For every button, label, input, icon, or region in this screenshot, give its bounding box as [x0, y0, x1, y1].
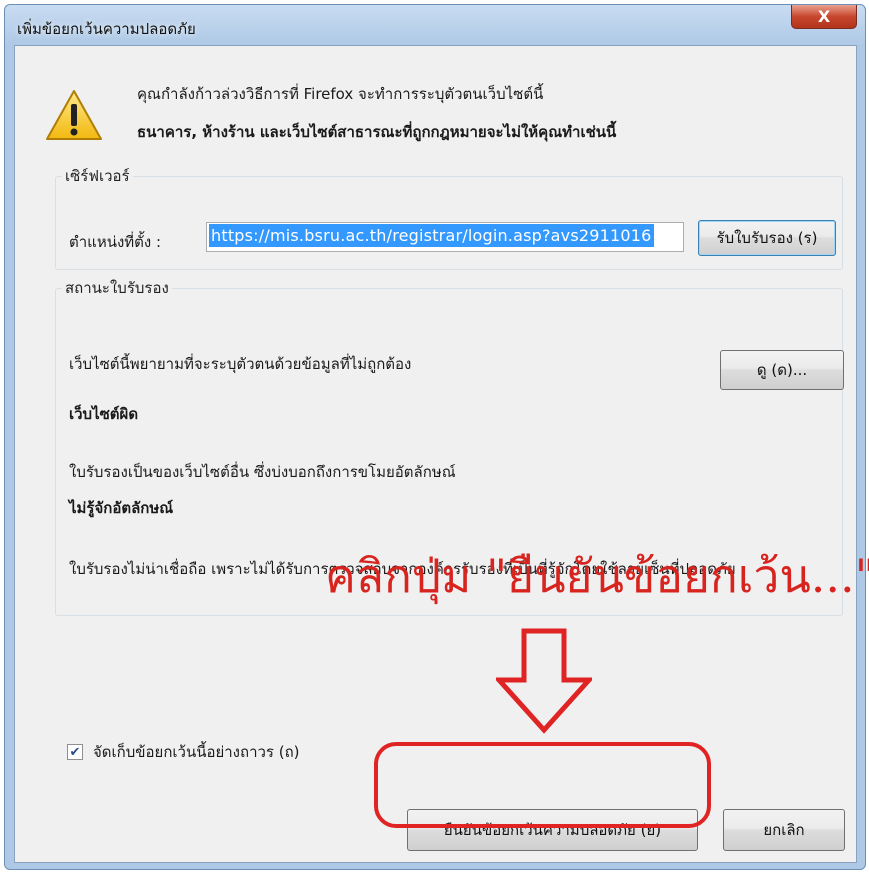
cancel-button[interactable]: ยกเลิก	[723, 809, 845, 851]
warning-message: คุณกำลังก้าวล่วงวิธีการที่ Firefox จะทำก…	[137, 85, 544, 103]
dialog-title: เพิ่มข้อยกเว้นความปลอดภัย	[17, 20, 196, 38]
location-input-value: https://mis.bsru.ac.th/registrar/login.a…	[209, 224, 654, 247]
warning-message-bold: ธนาคาร, ห้างร้าน และเว็บไซต์สาธารณะที่ถู…	[137, 123, 617, 141]
close-button[interactable]: X	[791, 5, 857, 29]
store-permanently-checkbox[interactable]: ✔	[67, 744, 83, 760]
server-legend: เซิร์ฟเวอร์	[65, 167, 130, 185]
get-certificate-button[interactable]: รับใบรับรอง (ร)	[698, 220, 836, 256]
wrong-site-text: ใบรับรองเป็นของเว็บไซต์อื่น ซึ่งบ่งบอกถึ…	[69, 463, 456, 481]
down-arrow-icon	[496, 628, 592, 734]
store-permanently-row[interactable]: ✔ จัดเก็บข้อยกเว้นนี้อย่างถาวร (ถ)	[67, 740, 300, 764]
location-label: ตำแหน่งที่ตั้ง :	[69, 233, 162, 251]
annotation-highlight-ring	[374, 742, 711, 828]
view-certificate-button[interactable]: ดู (ด)...	[720, 350, 844, 390]
unknown-identity-heading: ไม่รู้จักอัตลักษณ์	[69, 499, 174, 517]
warning-icon	[46, 90, 102, 140]
certificate-status-legend: สถานะใบรับรอง	[65, 279, 169, 297]
certificate-status-text: เว็บไซต์นี้พยายามที่จะระบุตัวตนด้วยข้อมู…	[69, 355, 412, 373]
close-icon: X	[817, 7, 831, 26]
annotation-instruction: คลิกปุ่ม "ยืนยันข้อยกเว้น..."	[325, 549, 869, 603]
store-permanently-label: จัดเก็บข้อยกเว้นนี้อย่างถาวร (ถ)	[93, 743, 300, 761]
wrong-site-heading: เว็บไซต์ผิด	[69, 405, 139, 423]
check-icon: ✔	[69, 744, 81, 760]
title-bar[interactable]: เพิ่มข้อยกเว้นความปลอดภัย X	[5, 5, 865, 43]
server-group: เซิร์ฟเวอร์ ตำแหน่งที่ตั้ง : https://mis…	[55, 164, 843, 270]
location-input[interactable]: https://mis.bsru.ac.th/registrar/login.a…	[206, 222, 684, 252]
add-security-exception-dialog: เพิ่มข้อยกเว้นความปลอดภัย X คุณกำลังก้าว…	[4, 4, 866, 870]
dialog-body: คุณกำลังก้าวล่วงวิธีการที่ Firefox จะทำก…	[14, 45, 857, 863]
